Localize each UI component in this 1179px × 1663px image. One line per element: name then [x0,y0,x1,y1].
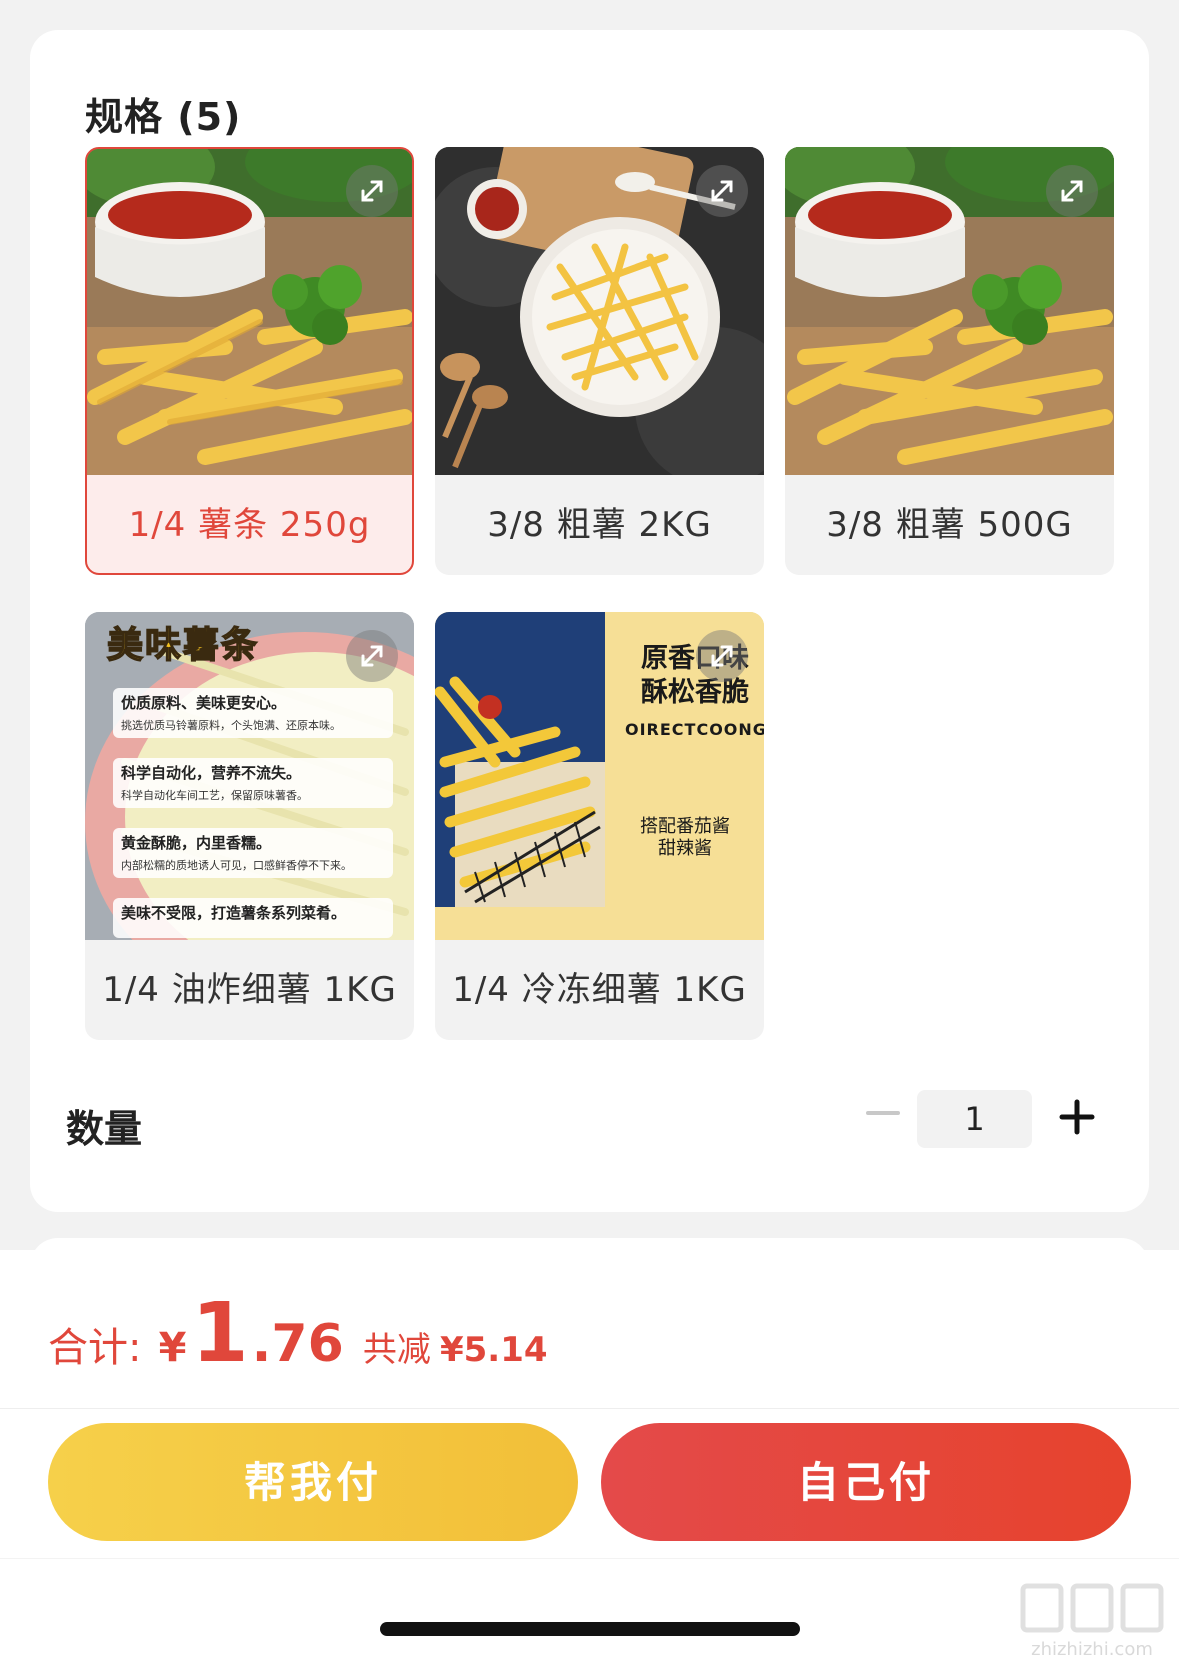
spec-option-1[interactable]: 1/4 薯条 250g [85,147,414,575]
watermark-logo: zhizhizhi.com [1017,1580,1167,1660]
saving-label: 共减 [362,1330,431,1370]
promo-point-title: 美味不受限，打造薯条系列菜肴。 [121,904,347,922]
expand-arrows-icon[interactable] [696,165,748,217]
price-integer: 1 [191,1286,249,1381]
expand-arrows-icon[interactable] [346,630,398,682]
spec-option-label: 1/4 油炸细薯 1KG [102,970,397,1010]
spec-option-label: 1/4 冷冻细薯 1KG [452,970,747,1010]
promo-point-desc: 内部松糯的质地诱人可见，口感鲜香停不下来。 [121,859,352,872]
total-label: 合计: [48,1325,142,1371]
spec-option-image [435,147,764,475]
total-price: 合计: ¥ 1 .76 共减 ¥5.14 [48,1286,548,1381]
promo-point-desc: 挑选优质马铃薯原料，个头饱满、还原本味。 [121,719,341,732]
plus-icon [1059,1099,1095,1135]
quantity-plus-button[interactable] [1048,1088,1106,1146]
expand-arrows-icon[interactable] [1046,165,1098,217]
checkout-bar: 合计: ¥ 1 .76 共减 ¥5.14 帮我付 自己付 zhizhizhi.c… [0,1250,1179,1663]
spec-section-title: 规格 (5) [85,95,242,139]
promo-point-3: 黄金酥脆，内里香糯。 内部松糯的质地诱人可见，口感鲜香停不下来。 [113,828,393,878]
promo-sauce-2: 甜辣酱 [658,838,712,859]
spec-option-image: 原香口味 酥松香脆 OIRECTCOONG 搭配番茄酱 甜辣酱 [435,612,764,940]
self-pay-button[interactable]: 自己付 [601,1423,1131,1541]
promo-brand: OIRECTCOONG [625,720,764,739]
spec-option-image: 美味薯条 优质原料、美味更安心。 挑选优质马铃薯原料，个头饱满、还原本味。 科学… [85,612,414,940]
promo-point-title: 黄金酥脆，内里香糯。 [121,834,272,852]
spec-grid: 1/4 薯条 250g 3/8 粗薯 2KG 3/8 粗薯 500G 美味薯条 … [85,147,1114,1067]
spec-option-label: 1/4 薯条 250g [128,505,371,545]
promo-point-title: 科学自动化，营养不流失。 [121,764,302,782]
watermark-text: zhizhizhi.com [1031,1639,1153,1660]
spec-option-2[interactable]: 3/8 粗薯 2KG [435,147,764,575]
help-pay-button[interactable]: 帮我付 [48,1423,578,1541]
minus-icon [866,1111,900,1115]
promo-point-2: 科学自动化，营养不流失。 科学自动化车间工艺，保留原味薯香。 [113,758,393,808]
expand-arrows-icon[interactable] [346,165,398,217]
quantity-minus-button[interactable] [858,1088,908,1138]
spec-option-4[interactable]: 美味薯条 优质原料、美味更安心。 挑选优质马铃薯原料，个头饱满、还原本味。 科学… [85,612,414,1040]
promo-point-desc: 科学自动化车间工艺，保留原味薯香。 [121,789,308,802]
promo-headline: 美味薯条 [106,624,260,667]
saving-value: ¥5.14 [439,1330,548,1370]
divider [0,1408,1179,1409]
quantity-value[interactable]: 1 [917,1090,1032,1148]
promo-point-1: 优质原料、美味更安心。 挑选优质马铃薯原料，个头饱满、还原本味。 [113,688,393,738]
promo-point-4: 美味不受限，打造薯条系列菜肴。 [113,898,393,938]
divider [0,1558,1179,1559]
spec-option-image [785,147,1114,475]
promo-point-title: 优质原料、美味更安心。 [121,694,287,712]
spec-option-label: 3/8 粗薯 2KG [487,505,712,545]
spec-option-3[interactable]: 3/8 粗薯 500G [785,147,1114,575]
spec-option-image [87,149,412,475]
currency-symbol: ¥ [158,1325,187,1371]
price-decimal: .76 [251,1314,344,1374]
home-indicator[interactable] [380,1622,800,1636]
spec-option-label: 3/8 粗薯 500G [826,505,1073,545]
expand-arrows-icon[interactable] [696,630,748,682]
quantity-label: 数量 [66,1107,143,1151]
spec-sheet: 规格 (5) 1/4 薯条 250g 3/8 粗薯 2KG 3/8 粗薯 500… [30,30,1149,1212]
spec-option-5[interactable]: 原香口味 酥松香脆 OIRECTCOONG 搭配番茄酱 甜辣酱 1/4 冷冻细薯… [435,612,764,1040]
